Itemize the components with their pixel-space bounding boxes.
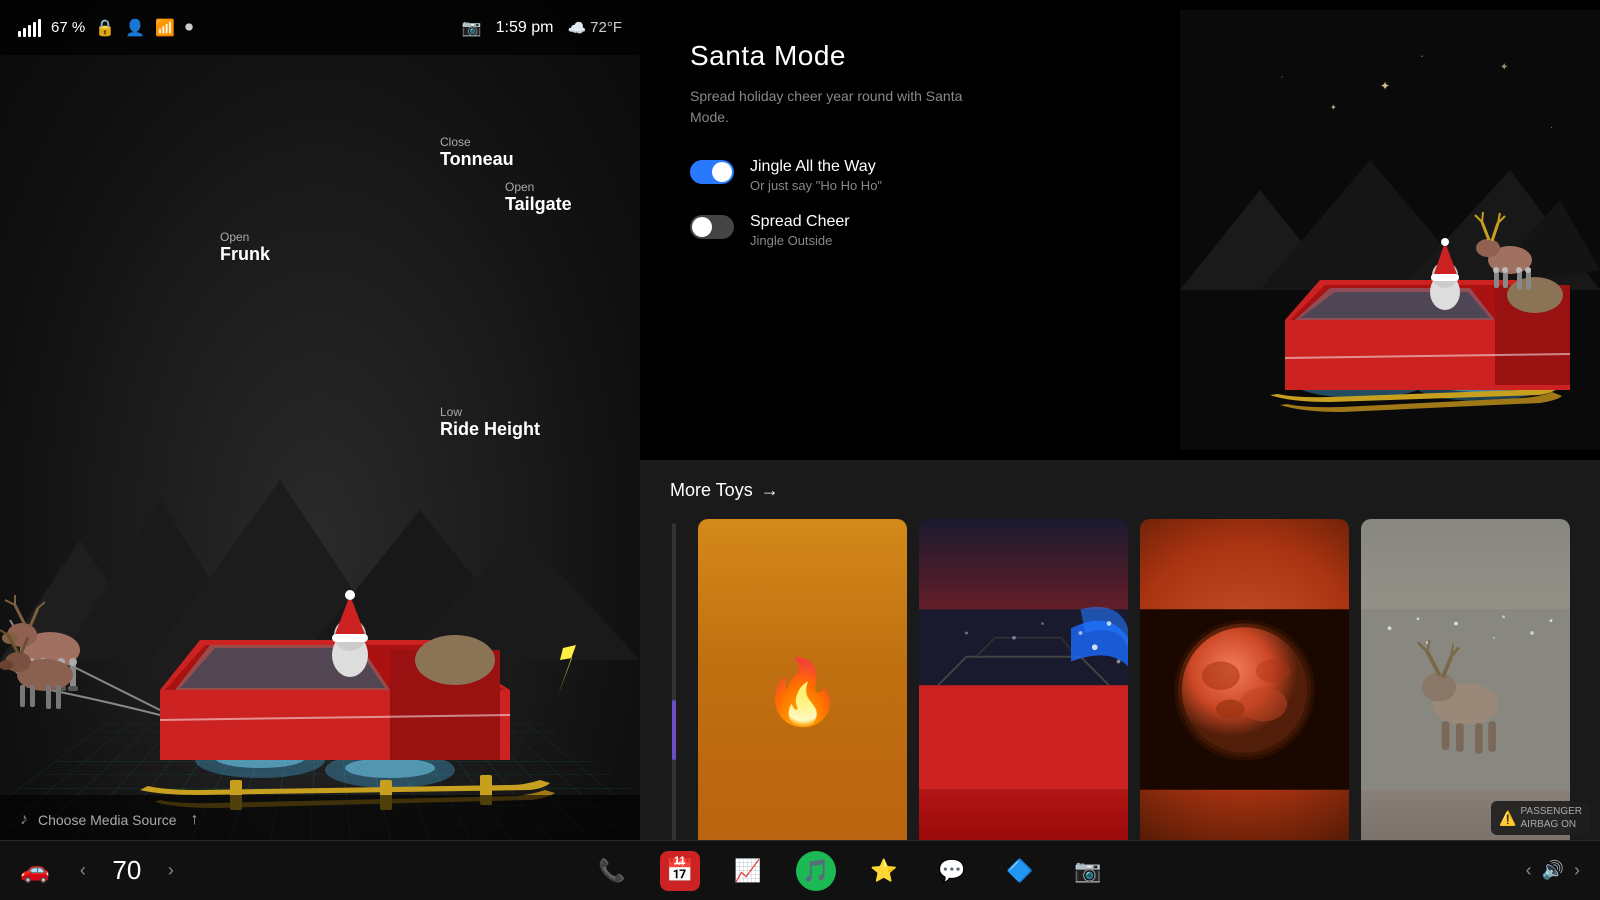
camera-status-icon: 📷 xyxy=(462,18,482,38)
romance-fire-icon: 🔥 xyxy=(763,655,843,730)
speed-value: 70 xyxy=(102,855,152,886)
signal-bar-4 xyxy=(33,22,36,37)
jingle-toggle[interactable] xyxy=(690,160,734,184)
signal-bar-1 xyxy=(18,31,21,37)
phone-app[interactable]: 📞 xyxy=(592,851,632,891)
more-toys-header[interactable]: More Toys → xyxy=(670,480,1570,501)
toy-card-romance[interactable]: 🔥 Romance xyxy=(698,519,907,880)
frunk-name: Frunk xyxy=(220,244,270,265)
sketchpad-svg xyxy=(919,519,1128,880)
tonneau-action: Close xyxy=(440,135,514,149)
camera-taskbar-app[interactable]: 📷 xyxy=(1068,851,1108,891)
right-panel: Santa Mode Spread holiday cheer year rou… xyxy=(640,0,1600,900)
tailgate-name: Tailgate xyxy=(505,194,572,215)
santa-mode-description: Spread holiday cheer year round with San… xyxy=(690,86,970,128)
profile-icon: 👤 xyxy=(125,18,145,38)
more-toys-arrow: → xyxy=(761,480,779,501)
wifi-icon: 📶 xyxy=(155,18,175,38)
toys-grid: 🔥 Romance xyxy=(670,519,1570,880)
more-toys-title: More Toys xyxy=(670,480,753,501)
signal-bar-5 xyxy=(38,19,41,37)
calendar-app[interactable]: 11 📅 xyxy=(660,851,700,891)
speed-down-button[interactable]: ‹ xyxy=(80,860,86,881)
volume-forward-button[interactable]: › xyxy=(1574,860,1580,881)
frunk-label[interactable]: Open Frunk xyxy=(220,230,270,265)
time-display: 1:59 pm xyxy=(496,19,554,37)
messages-app[interactable]: 💬 xyxy=(932,851,972,891)
passenger-airbag-label: ⚠️ PASSENGERAIRBAG ON xyxy=(1491,801,1590,835)
speed-up-button[interactable]: › xyxy=(168,860,174,881)
mars-svg xyxy=(1140,519,1349,880)
spotify-app[interactable]: 🎵 xyxy=(796,851,836,891)
volume-back-button[interactable]: ‹ xyxy=(1526,860,1532,881)
jingle-label: Jingle All the Way xyxy=(750,158,882,176)
weather-display: ☁️ 72°F xyxy=(567,19,622,37)
jingle-toggle-knob xyxy=(712,162,732,182)
santa-mode-panel: Santa Mode Spread holiday cheer year rou… xyxy=(640,0,1600,460)
sled-scene xyxy=(0,340,640,860)
speed-nav: ‹ 70 › xyxy=(80,855,174,886)
taskbar-left: 🚗 ‹ 70 › xyxy=(20,855,174,886)
ride-height-name: Ride Height xyxy=(440,419,540,440)
scroll-thumb xyxy=(672,700,676,760)
scroll-track xyxy=(672,523,676,876)
jingle-toggle-row: Jingle All the Way Or just say "Ho Ho Ho… xyxy=(690,158,1550,193)
battery-percentage: 67 % xyxy=(51,19,85,36)
taskbar-center: 📞 11 📅 📈 🎵 ⭐ 💬 🔷 📷 xyxy=(592,851,1108,891)
santa-mode-title: Santa Mode xyxy=(690,40,1550,72)
toy-card-sketchpad[interactable]: Sketchpad xyxy=(919,519,1128,880)
ride-height-label[interactable]: Low Ride Height xyxy=(440,405,540,440)
media-source-text: Choose Media Source xyxy=(38,812,177,828)
jingle-toggle-text: Jingle All the Way Or just say "Ho Ho Ho… xyxy=(750,158,882,193)
stocks-app[interactable]: 📈 xyxy=(728,851,768,891)
temperature: 72°F xyxy=(590,19,622,36)
status-bar: 67 % 🔒 👤 📶 ⏺ 📷 1:59 pm ☁️ 72°F xyxy=(0,0,640,55)
tonneau-label[interactable]: Close Tonneau xyxy=(440,135,514,170)
frunk-action: Open xyxy=(220,230,270,244)
cloud-icon: ☁️ xyxy=(567,19,586,37)
spread-cheer-toggle[interactable] xyxy=(690,215,734,239)
spread-cheer-toggle-knob xyxy=(692,217,712,237)
airbag-icon: ⚠️ xyxy=(1499,810,1516,827)
taskbar: 🚗 ‹ 70 › 📞 11 📅 📈 🎵 ⭐ 💬 🔷 📷 ‹ 🔊 › xyxy=(0,840,1600,900)
signal-bars xyxy=(18,19,41,37)
jingle-sublabel: Or just say "Ho Ho Ho" xyxy=(750,178,882,193)
svg-text:·: · xyxy=(1550,122,1553,133)
ride-height-level: Low xyxy=(440,405,540,419)
toys-scroll-sidebar xyxy=(670,519,678,880)
media-bar[interactable]: ♪ Choose Media Source ↑ xyxy=(0,795,640,845)
spread-cheer-label: Spread Cheer xyxy=(750,213,850,231)
media-expand-arrow[interactable]: ↑ xyxy=(191,811,199,829)
spread-cheer-toggle-row: Spread Cheer Jingle Outside xyxy=(690,213,1550,248)
more-toys-section: More Toys → 🔥 Romance xyxy=(640,460,1600,900)
spread-cheer-sublabel: Jingle Outside xyxy=(750,233,850,248)
taskbar-right: ‹ 🔊 › xyxy=(1526,860,1580,881)
santa-info: Santa Mode Spread holiday cheer year rou… xyxy=(690,40,1550,268)
tailgate-label[interactable]: Open Tailgate xyxy=(505,180,572,215)
starred-app[interactable]: ⭐ xyxy=(864,851,904,891)
toy-card-mars[interactable]: Mars xyxy=(1140,519,1349,880)
volume-icon: 🔊 xyxy=(1542,860,1564,881)
record-icon: ⏺ xyxy=(185,19,193,37)
car-icon[interactable]: 🚗 xyxy=(20,856,50,885)
tailgate-action: Open xyxy=(505,180,572,194)
signal-bar-3 xyxy=(28,25,31,37)
volume-controls: ‹ 🔊 › xyxy=(1526,860,1580,881)
left-panel: 67 % 🔒 👤 📶 ⏺ 📷 1:59 pm ☁️ 72°F Open Frun… xyxy=(0,0,640,900)
airbag-text: PASSENGERAIRBAG ON xyxy=(1521,805,1583,831)
signal-bar-2 xyxy=(23,28,26,37)
music-note-icon: ♪ xyxy=(20,811,28,829)
spread-cheer-toggle-text: Spread Cheer Jingle Outside xyxy=(750,213,850,248)
tonneau-name: Tonneau xyxy=(440,149,514,170)
lock-icon: 🔒 xyxy=(95,18,115,38)
bluetooth-app[interactable]: 🔷 xyxy=(1000,851,1040,891)
